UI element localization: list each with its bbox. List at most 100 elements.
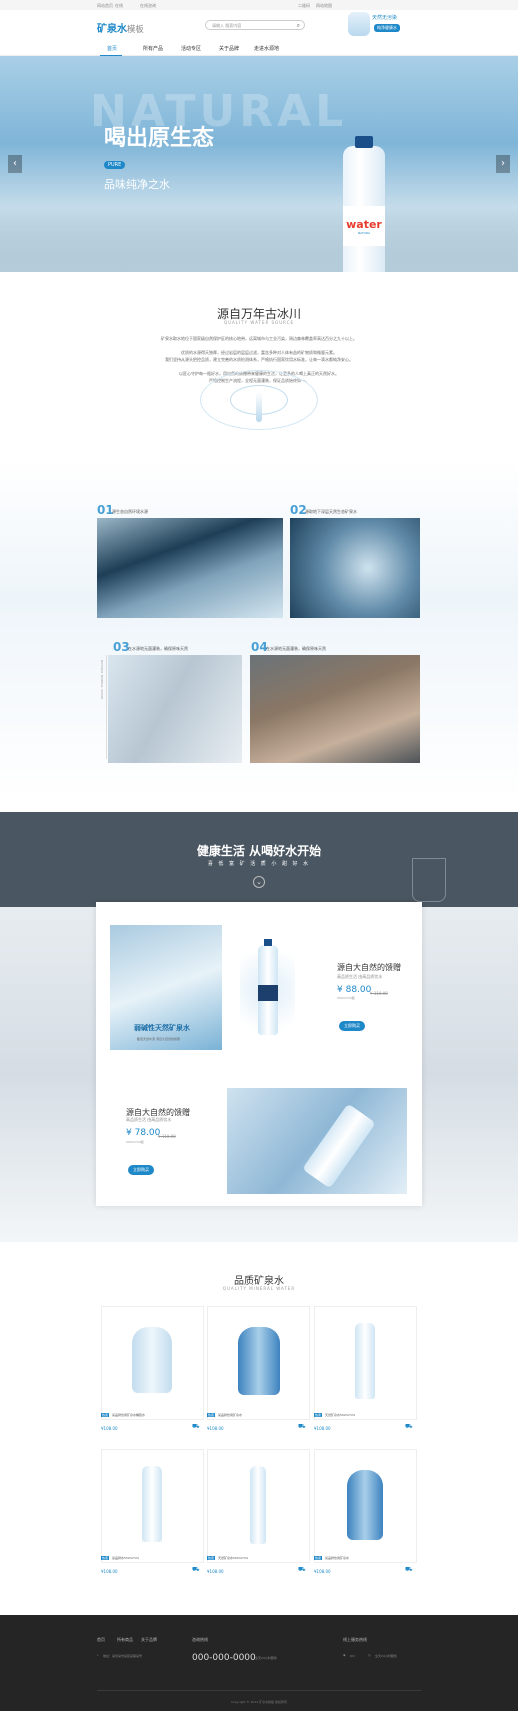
showcase-bottle	[240, 935, 295, 1045]
product-subtitle: 高品质生活 由高品质饮水	[337, 974, 383, 979]
nav-item-home[interactable]: 首页	[107, 45, 117, 52]
hero-pill: PURE	[104, 161, 126, 169]
bottle-label: water	[346, 218, 382, 231]
buy-now-button[interactable]: 立即购买	[128, 1165, 154, 1175]
vertical-text: NATURAL MINERAL WATER	[100, 660, 104, 700]
cart-icon[interactable]: ⛟	[192, 1423, 200, 1431]
footer-link-home[interactable]: 首页	[97, 1637, 105, 1643]
source-paragraph: 优质的水源得天独厚，经过岩层的层层过滤，富含多种对人体有益的矿物质和微量元素。	[181, 350, 337, 355]
topbar-link-sitemap[interactable]: 网站地图	[316, 3, 332, 9]
follow-label: 线上服务热线	[343, 1637, 367, 1642]
cart-icon[interactable]: ⛟	[298, 1566, 306, 1574]
cart-icon[interactable]: ⛟	[405, 1566, 413, 1574]
hot-tag: 热卖	[207, 1556, 216, 1560]
footer-address: 地址：某省某市某区某路某号	[103, 1654, 143, 1658]
footer-copyright: Copyright © 2024 矿泉水模板 版权所有	[230, 1700, 288, 1704]
hero-subline: 品味纯净之水	[104, 178, 170, 191]
search-input[interactable]: 请输入 搜索内容 ⌕	[205, 20, 305, 30]
product-name[interactable]: 天然矿泉水500ml*24	[218, 1556, 248, 1560]
hot-tag: 热卖	[314, 1413, 323, 1417]
showcase-image-sub: 甄选天然水源 源自大自然的馈赠	[137, 1037, 180, 1041]
wechat-label[interactable]: 全天24小时服务	[375, 1654, 397, 1658]
hands-water-photo	[250, 655, 420, 763]
factory-photo	[108, 655, 242, 763]
glass-icon	[412, 858, 446, 902]
topbar-link-home[interactable]: 网站首页	[97, 3, 113, 9]
hot-tag: 热卖	[314, 1556, 323, 1560]
logo-sub: 模板	[127, 24, 144, 34]
product-card[interactable]	[314, 1306, 417, 1420]
product-price: ¥108.00	[101, 1569, 118, 1574]
badge-title: 天然无污染	[372, 15, 398, 21]
hotline-note: 全天24小时服务	[255, 1656, 277, 1660]
water-surface	[0, 196, 518, 272]
product-name[interactable]: 某品牌饮用矿泉水桶装水	[112, 1413, 145, 1417]
wechat-icon[interactable]: ◎	[368, 1653, 371, 1657]
glacier-photo	[97, 518, 283, 618]
products-subtitle: QUALITY MINERAL WATER	[222, 1286, 296, 1291]
product-old-price: ¥ 110.00	[158, 1134, 176, 1139]
product-card[interactable]	[101, 1449, 204, 1563]
showcase-image-label: 弱碱性天然矿泉水	[134, 1024, 190, 1032]
cart-icon[interactable]: ⛟	[192, 1566, 200, 1574]
badge-bottle-icon	[348, 12, 370, 36]
product-price: ¥ 78.00	[126, 1128, 161, 1138]
product-price: ¥108.00	[207, 1426, 224, 1431]
feature-caption: 在水源地无菌灌装，确保原味天然	[128, 646, 188, 651]
product-old-price: ¥ 110.00	[370, 991, 388, 996]
topbar-link-qrcode[interactable]: 二维码	[298, 3, 310, 9]
chevron-down-icon[interactable]: ⌄	[253, 876, 265, 888]
hero-next-button[interactable]: ›	[496, 155, 510, 173]
product-title: 源自大自然的馈赠	[337, 963, 401, 972]
feature-caption: 源取地下深层天然生态矿泉水	[305, 509, 357, 514]
feature-caption: 在水源地无菌灌装，确保原味天然	[266, 646, 326, 651]
nav-item-promo[interactable]: 活动专区	[181, 45, 201, 52]
source-paragraph: 矿泉水取水地位于国家级自然保护区的核心地带，远离城市与工业污染，周边森林覆盖率高…	[161, 336, 357, 341]
search-placeholder: 请输入 搜索内容	[212, 23, 242, 28]
products-title: 品质矿泉水	[234, 1276, 284, 1287]
hero-bottle: water NATURA	[343, 136, 385, 272]
water-splash-photo	[290, 518, 420, 618]
product-price: ¥108.00	[314, 1426, 331, 1431]
qq-label[interactable]: QQ	[350, 1654, 355, 1658]
top-bar: 网站首页 在线 在线咨询 二维码 网站地图	[0, 0, 518, 10]
buy-now-button[interactable]: 立即购买	[339, 1021, 365, 1031]
hot-tag: 热卖	[101, 1413, 110, 1417]
hot-tag: 热卖	[207, 1413, 216, 1417]
product-name[interactable]: 某品牌水550ml*24	[112, 1556, 139, 1560]
divider	[106, 655, 107, 759]
product-note: 500ml*24瓶	[126, 1140, 144, 1144]
cart-icon[interactable]: ⛟	[405, 1423, 413, 1431]
footer-link-products[interactable]: 所有商品	[117, 1637, 133, 1643]
nav-item-source[interactable]: 走进水源地	[254, 45, 279, 52]
product-card[interactable]	[314, 1449, 417, 1563]
product-name[interactable]: 某品牌饮用矿泉水	[218, 1413, 242, 1417]
nav-item-brand[interactable]: 关于品牌	[219, 45, 239, 52]
logo-main: 矿泉水	[97, 24, 127, 35]
search-icon[interactable]: ⌕	[297, 22, 300, 30]
footer	[0, 1615, 518, 1711]
badge-sub: 纯净健康水	[374, 24, 400, 32]
product-name[interactable]: 某品牌饮用矿泉水	[325, 1556, 349, 1560]
product-card[interactable]	[207, 1306, 310, 1420]
main-nav: 首页 所有产品 活动专区 关于品牌 走进水源地	[0, 42, 518, 56]
product-price: ¥108.00	[101, 1426, 118, 1431]
topbar-link-online[interactable]: 在线	[115, 3, 123, 9]
hero-prev-button[interactable]: ‹	[8, 155, 22, 173]
product-card[interactable]	[207, 1449, 310, 1563]
hero-headline: 喝出原生态	[104, 126, 215, 151]
product-price: ¥ 88.00	[337, 985, 372, 995]
product-price: ¥108.00	[207, 1569, 224, 1574]
hero-banner: NATURAL water NATURA	[0, 56, 518, 272]
feature-caption: 源生态自然环境水源	[112, 509, 148, 514]
cart-icon[interactable]: ⛟	[298, 1423, 306, 1431]
footer-link-brand[interactable]: 关于品牌	[141, 1637, 157, 1643]
nav-item-products[interactable]: 所有产品	[143, 45, 163, 52]
product-name[interactable]: 天然矿泉水500ml*24	[325, 1413, 355, 1417]
topbar-link-consult[interactable]: 在线咨询	[140, 3, 156, 9]
product-subtitle: 高品质生活 由高品质饮水	[126, 1117, 172, 1122]
logo[interactable]: 矿泉水模板	[97, 20, 144, 35]
product-price: ¥108.00	[314, 1569, 331, 1574]
product-card[interactable]	[101, 1306, 204, 1420]
qq-icon[interactable]: ◉	[343, 1653, 346, 1657]
